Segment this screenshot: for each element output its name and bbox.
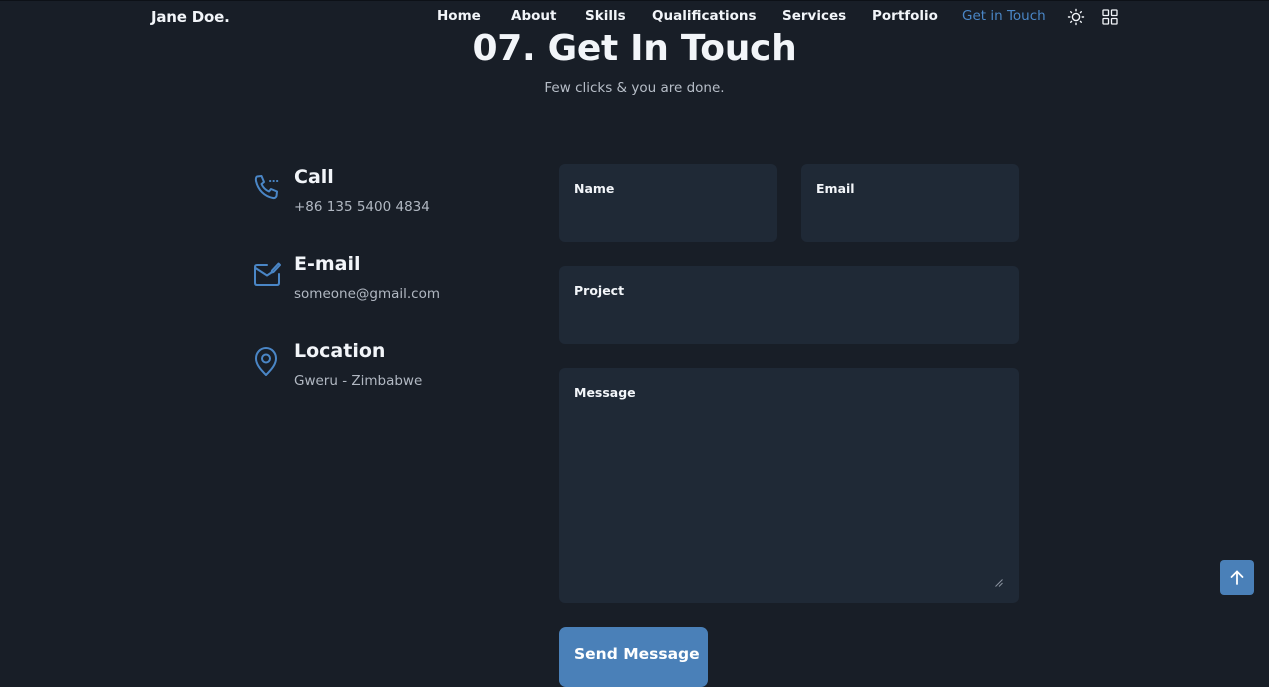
section-title: 07. Get In Touch bbox=[472, 28, 797, 69]
nav-skills[interactable]: Skills bbox=[585, 8, 626, 24]
nav-about[interactable]: About bbox=[511, 8, 556, 24]
mail-icon bbox=[252, 259, 282, 293]
name-field[interactable]: Name bbox=[559, 164, 777, 242]
arrow-up-icon bbox=[1229, 569, 1245, 590]
message-label: Message bbox=[574, 385, 636, 400]
location-pin-icon bbox=[252, 346, 282, 382]
nav-portfolio[interactable]: Portfolio bbox=[872, 8, 938, 24]
section-subtitle: Few clicks & you are done. bbox=[544, 80, 725, 96]
scroll-to-top-button[interactable] bbox=[1220, 560, 1254, 595]
contact-call-title: Call bbox=[294, 166, 334, 188]
nav-home[interactable]: Home bbox=[437, 8, 481, 24]
contact-location-value: Gweru - Zimbabwe bbox=[294, 373, 423, 389]
contact-location-title: Location bbox=[294, 340, 386, 362]
contact-email-title: E-mail bbox=[294, 253, 361, 275]
nav-qualifications[interactable]: Qualifications bbox=[652, 8, 757, 24]
resize-handle-icon[interactable] bbox=[995, 572, 1003, 591]
send-message-button[interactable]: Send Message bbox=[559, 627, 708, 687]
contact-call-value: +86 135 5400 4834 bbox=[294, 199, 430, 215]
logo[interactable]: Jane Doe. bbox=[151, 8, 230, 26]
nav-get-in-touch[interactable]: Get in Touch bbox=[962, 8, 1046, 24]
email-label: Email bbox=[816, 181, 855, 196]
project-field[interactable]: Project bbox=[559, 266, 1019, 344]
phone-icon bbox=[252, 172, 282, 206]
email-field[interactable]: Email bbox=[801, 164, 1019, 242]
contact-email-value[interactable]: someone@gmail.com bbox=[294, 286, 440, 302]
name-label: Name bbox=[574, 181, 615, 196]
nav-services[interactable]: Services bbox=[782, 8, 846, 24]
message-field[interactable]: Message bbox=[559, 368, 1019, 603]
project-label: Project bbox=[574, 283, 625, 298]
